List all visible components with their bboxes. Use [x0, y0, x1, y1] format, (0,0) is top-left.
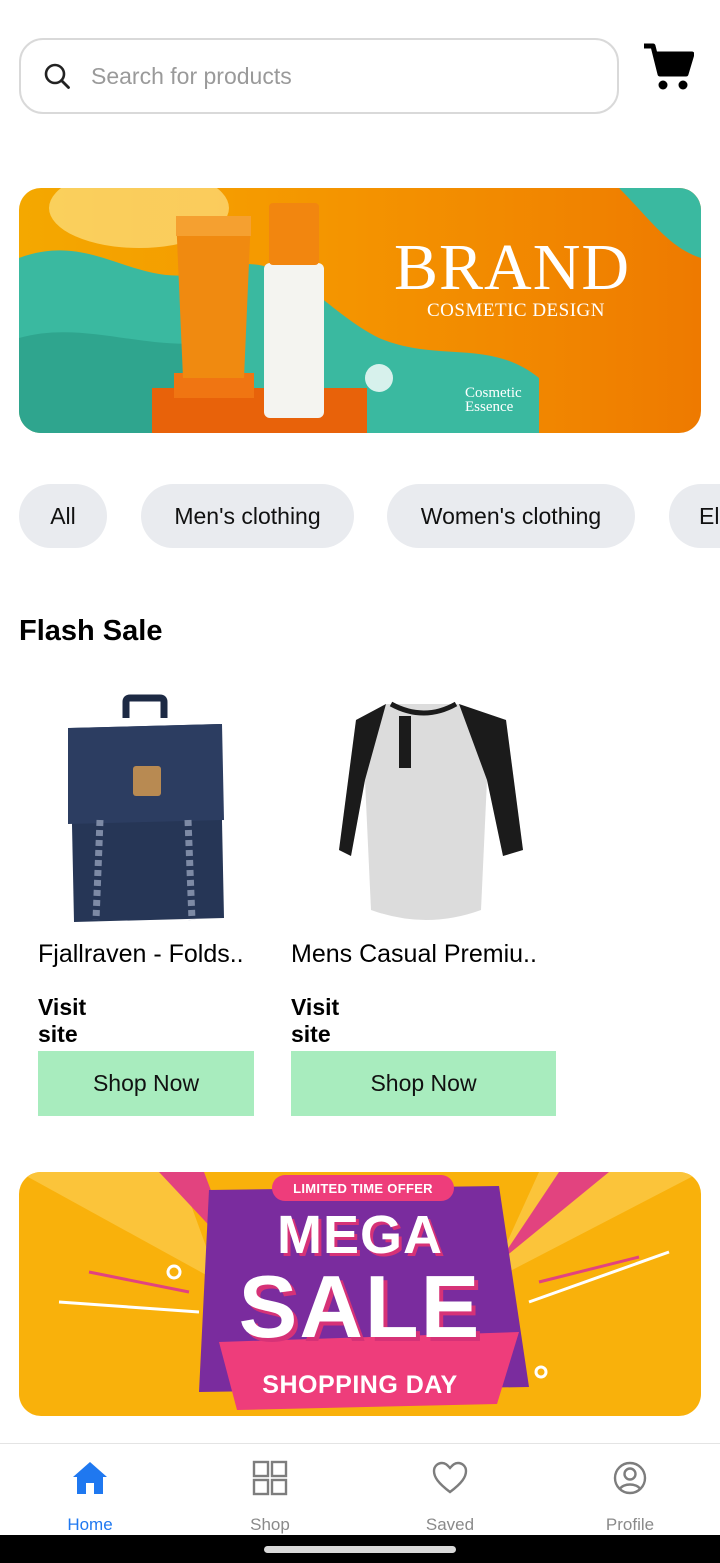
nav-saved[interactable]: Saved [360, 1444, 540, 1536]
nav-profile[interactable]: Profile [540, 1444, 720, 1536]
chip-womens-clothing[interactable]: Women's clothing [387, 484, 635, 548]
grid-icon [252, 1460, 288, 1496]
shop-now-button[interactable]: Shop Now [291, 1051, 556, 1116]
nav-label: Saved [425, 1515, 475, 1534]
limited-offer-tag: LIMITED TIME OFFER [272, 1175, 454, 1201]
tshirt-image[interactable] [291, 690, 556, 930]
nav-label: Shop [250, 1515, 290, 1534]
category-chips: All Men's clothing Women's clothing Elec… [19, 484, 720, 548]
cart-icon[interactable] [642, 42, 694, 92]
search-input[interactable] [91, 62, 571, 90]
banner-brand-title: BRAND [394, 231, 631, 304]
search-icon [44, 63, 70, 89]
chip-electronics[interactable]: Electronics [669, 484, 720, 548]
sale-text: SALE [238, 1257, 482, 1356]
shopping-day-text: SHOPPING DAY [262, 1371, 458, 1399]
visit-site-link[interactable]: Visit site [291, 994, 339, 1048]
nav-home[interactable]: Home [0, 1444, 180, 1536]
banner-brand-footer: Cosmetic Essence [465, 385, 522, 415]
backpack-image[interactable] [38, 690, 254, 930]
bottom-nav: Home Shop Saved Profile [0, 1443, 720, 1535]
home-icon [73, 1462, 107, 1494]
promo-banner-mega-sale[interactable]: LIMITED TIME OFFER MEGA SALE SHOPPING DA… [19, 1172, 701, 1416]
search-bar[interactable] [19, 38, 619, 114]
product-name[interactable]: Fjallraven - Folds.. [38, 940, 244, 969]
chip-mens-clothing[interactable]: Men's clothing [141, 484, 354, 548]
nav-shop[interactable]: Shop [180, 1444, 360, 1536]
profile-icon [613, 1461, 647, 1495]
section-title-flash-sale: Flash Sale [19, 615, 163, 647]
gesture-handle[interactable] [264, 1546, 456, 1553]
chip-all[interactable]: All [19, 484, 107, 548]
product-name[interactable]: Mens Casual Premiu.. [291, 940, 537, 969]
promo-banner-cosmetics[interactable]: BRAND COSMETIC DESIGN Cosmetic Essence [19, 188, 701, 433]
heart-icon [432, 1461, 468, 1494]
nav-label: Profile [605, 1515, 655, 1534]
nav-label: Home [67, 1515, 113, 1534]
banner-brand-subtitle: COSMETIC DESIGN [427, 300, 605, 321]
shop-now-button[interactable]: Shop Now [38, 1051, 254, 1116]
visit-site-link[interactable]: Visit site [38, 994, 86, 1048]
